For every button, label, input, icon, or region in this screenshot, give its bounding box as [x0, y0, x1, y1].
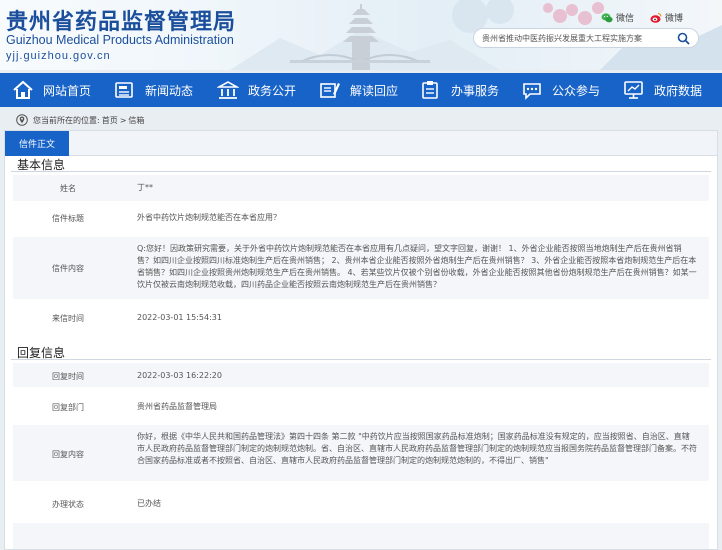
- nav-label-interpret: 解读回应: [350, 83, 399, 98]
- nav-label-news: 新闻动态: [145, 83, 194, 98]
- row-reply-content: 回复内容 你好，根据《中华人民共和国药品管理法》第四十四条 第二款 "中药饮片应…: [13, 425, 709, 481]
- row-blank: [13, 523, 709, 549]
- nav-label-service: 办事服务: [451, 83, 500, 98]
- wechat-link[interactable]: 微信: [601, 11, 634, 24]
- breadcrumb-current[interactable]: 信箱: [128, 115, 144, 126]
- row-subject: 信件标题 外省中药饮片炮制规范能否在本省应用？: [13, 203, 709, 233]
- nav-label-participation: 公众参与: [552, 83, 601, 98]
- interpret-icon: [320, 83, 340, 98]
- subject-label: 信件标题: [52, 214, 84, 223]
- wechat-label: 微信: [616, 14, 635, 24]
- reply-dept-value: 贵州省药品监督管理局: [137, 402, 217, 411]
- reply-time-label: 回复时间: [52, 372, 84, 381]
- reply-content-label: 回复内容: [52, 450, 84, 459]
- letter-panel: 信件正文 基本信息 姓名 丁** 信件标题 外省中药饮片炮制规范能否在本省应用？…: [4, 130, 718, 550]
- chat-icon: [523, 83, 541, 100]
- nav-label-home: 网站首页: [43, 83, 92, 98]
- breadcrumb-separator: >: [119, 115, 127, 125]
- tab-bar: 信件正文: [5, 131, 717, 156]
- search-icon[interactable]: [677, 32, 690, 45]
- row-content: 信件内容 Q:您好！因政策研究需要，关于外省中药饮片炮制规范能否在本省应用有几点…: [13, 237, 709, 299]
- subject-value: 外省中药饮片炮制规范能否在本省应用？: [137, 213, 281, 222]
- nav-item-news[interactable]: 新闻动态: [114, 73, 193, 107]
- row-reply-time: 回复时间 2022-03-03 16:22:20: [13, 363, 709, 387]
- logo-chinese-title[interactable]: 贵州省药品监督管理局: [6, 4, 236, 36]
- nav-item-participation[interactable]: 公众参与: [521, 73, 600, 107]
- section-divider: [11, 171, 711, 172]
- status-label: 办理状态: [52, 500, 84, 509]
- weibo-link[interactable]: 微博: [650, 11, 683, 24]
- name-label: 姓名: [60, 184, 76, 193]
- site-header: 贵州省药品监督管理局 Guizhou Medical Products Admi…: [0, 0, 722, 70]
- row-send-time: 来信时间 2022-03-01 15:54:31: [13, 305, 709, 331]
- reply-time-value: 2022-03-03 16:22:20: [137, 371, 222, 380]
- nav-item-service[interactable]: 办事服务: [420, 73, 499, 107]
- breadcrumb: 您当前所在的位置: 首页 > 信箱: [16, 113, 144, 127]
- location-pin-icon: [16, 114, 28, 126]
- government-icon: [217, 81, 239, 99]
- status-value: 已办结: [137, 499, 161, 508]
- service-icon: [422, 81, 438, 99]
- nav-item-interpret[interactable]: 解读回应: [319, 73, 398, 107]
- send-time-label: 来信时间: [52, 314, 84, 323]
- weibo-icon: [650, 12, 662, 23]
- breadcrumb-home[interactable]: 首页: [102, 115, 118, 126]
- reply-dept-label: 回复部门: [52, 403, 84, 412]
- row-name: 姓名 丁**: [13, 175, 709, 201]
- weibo-label: 微博: [665, 14, 684, 24]
- main-navigation: 网站首页 新闻动态 政务公开 解读回应 办事服务 公众参与 政府数据: [0, 73, 722, 107]
- name-value: 丁**: [137, 183, 153, 192]
- nav-label-data: 政府数据: [654, 83, 703, 98]
- row-status: 办理状态 已办结: [13, 489, 709, 519]
- data-icon: [624, 81, 643, 99]
- content-value: Q:您好！因政策研究需要，关于外省中药饮片炮制规范能否在本省应用有几点疑问，望文…: [137, 244, 697, 289]
- home-icon: [13, 80, 33, 99]
- content-label: 信件内容: [52, 264, 84, 273]
- nav-item-data[interactable]: 政府数据: [623, 73, 702, 107]
- tab-letter-body[interactable]: 信件正文: [5, 131, 69, 156]
- search-input[interactable]: [482, 33, 672, 43]
- nav-item-government[interactable]: 政务公开: [217, 73, 296, 107]
- nav-label-government: 政务公开: [248, 83, 297, 98]
- nav-item-home[interactable]: 网站首页: [12, 73, 91, 107]
- logo-site-url: yjj.guizhou.gov.cn: [6, 50, 111, 62]
- section-divider: [11, 359, 711, 360]
- wechat-icon: [601, 12, 613, 22]
- breadcrumb-prefix: 您当前所在的位置:: [33, 115, 100, 125]
- reply-content-value: 你好，根据《中华人民共和国药品管理法》第四十四条 第二款 "中药饮片应当按照国家…: [137, 432, 697, 465]
- news-icon: [115, 82, 133, 98]
- logo-english-title: Guizhou Medical Products Administration: [6, 33, 234, 47]
- search-box: [473, 28, 699, 48]
- row-reply-dept: 回复部门 贵州省药品监督管理局: [13, 393, 709, 419]
- send-time-value: 2022-03-01 15:54:31: [137, 313, 222, 322]
